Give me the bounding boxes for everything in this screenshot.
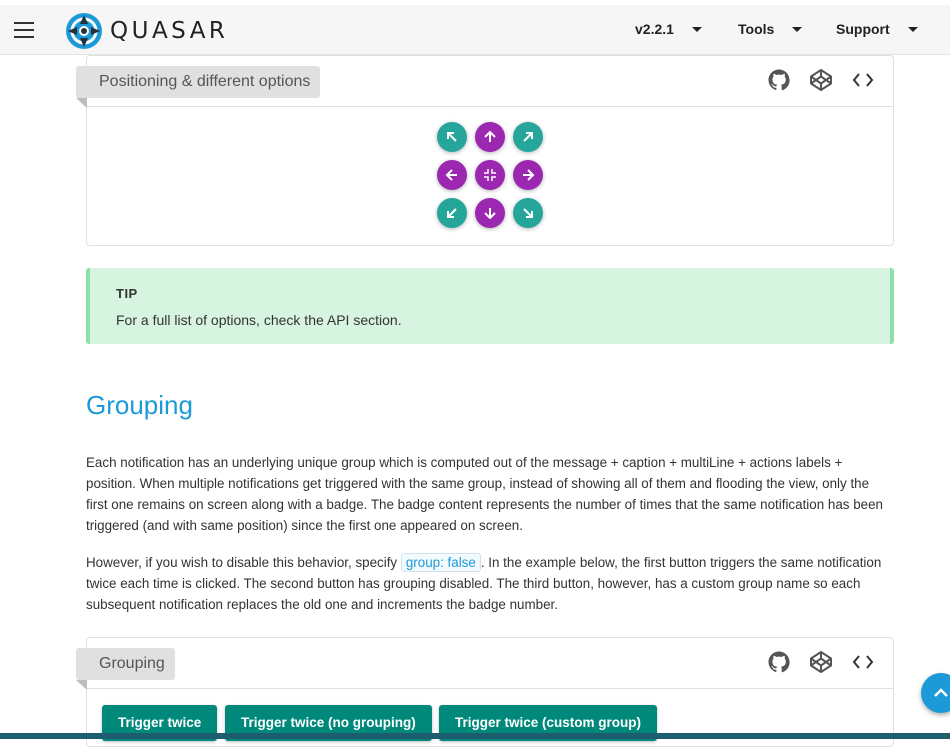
bottom-button[interactable] bbox=[475, 198, 505, 228]
arrow-up-icon bbox=[484, 130, 496, 142]
chevron-down-icon bbox=[792, 26, 803, 32]
top-header: QUASAR v2.2.1 Tools Support bbox=[0, 5, 950, 55]
arrow-up-right-icon bbox=[523, 132, 533, 142]
menu-icon[interactable] bbox=[14, 22, 34, 38]
version-label: v2.2.1 bbox=[635, 21, 674, 37]
chevron-up-icon bbox=[934, 688, 948, 697]
support-label: Support bbox=[836, 21, 890, 37]
paragraph-text: However, if you wish to disable this beh… bbox=[86, 555, 401, 570]
arrow-up-left-icon bbox=[447, 132, 457, 142]
top-button[interactable] bbox=[475, 122, 505, 152]
codepen-icon[interactable] bbox=[809, 650, 833, 674]
card-divider bbox=[87, 688, 893, 689]
bottom-bar bbox=[0, 733, 950, 739]
tools-menu[interactable]: Tools bbox=[738, 21, 803, 37]
support-menu[interactable]: Support bbox=[836, 21, 918, 37]
right-button[interactable] bbox=[513, 160, 543, 190]
chevron-down-icon bbox=[907, 26, 918, 32]
arrow-down-right-icon bbox=[523, 208, 533, 218]
positioning-example-card: Positioning & different options bbox=[76, 55, 894, 246]
quasar-logo-icon[interactable] bbox=[65, 12, 103, 50]
grouping-paragraph-2: However, if you wish to disable this beh… bbox=[86, 552, 892, 615]
bottom-right-button[interactable] bbox=[513, 198, 543, 228]
fullscreen-exit-icon bbox=[484, 169, 496, 181]
arrow-down-left-icon bbox=[447, 208, 457, 218]
github-icon[interactable] bbox=[767, 650, 791, 674]
card-title: Grouping bbox=[76, 648, 175, 690]
center-button[interactable] bbox=[475, 160, 505, 190]
card-actions bbox=[767, 68, 875, 92]
section-heading-grouping[interactable]: Grouping bbox=[86, 390, 193, 421]
scroll-to-top-button[interactable] bbox=[921, 673, 950, 713]
arrow-right-icon bbox=[523, 169, 535, 181]
card-divider bbox=[87, 106, 893, 107]
tip-text: For a full list of options, check the AP… bbox=[116, 312, 402, 328]
arrow-down-icon bbox=[484, 208, 496, 220]
version-menu[interactable]: v2.2.1 bbox=[635, 21, 702, 37]
chevron-down-icon bbox=[691, 26, 702, 32]
tip-box: TIP For a full list of options, check th… bbox=[86, 268, 894, 344]
github-icon[interactable] bbox=[767, 68, 791, 92]
tools-label: Tools bbox=[738, 21, 775, 37]
inline-code: group: false bbox=[400, 553, 481, 572]
top-right-button[interactable] bbox=[513, 122, 543, 152]
grouping-paragraph-1: Each notification has an underlying uniq… bbox=[86, 455, 883, 533]
codepen-icon[interactable] bbox=[809, 68, 833, 92]
code-icon[interactable] bbox=[851, 650, 875, 674]
left-button[interactable] bbox=[437, 160, 467, 190]
bottom-left-button[interactable] bbox=[437, 198, 467, 228]
card-title: Positioning & different options bbox=[76, 66, 321, 108]
card-actions bbox=[767, 650, 875, 674]
logo-text[interactable]: QUASAR bbox=[110, 18, 228, 44]
arrow-left-icon bbox=[445, 169, 457, 181]
tip-title: TIP bbox=[116, 286, 138, 301]
top-left-button[interactable] bbox=[437, 122, 467, 152]
code-icon[interactable] bbox=[851, 68, 875, 92]
